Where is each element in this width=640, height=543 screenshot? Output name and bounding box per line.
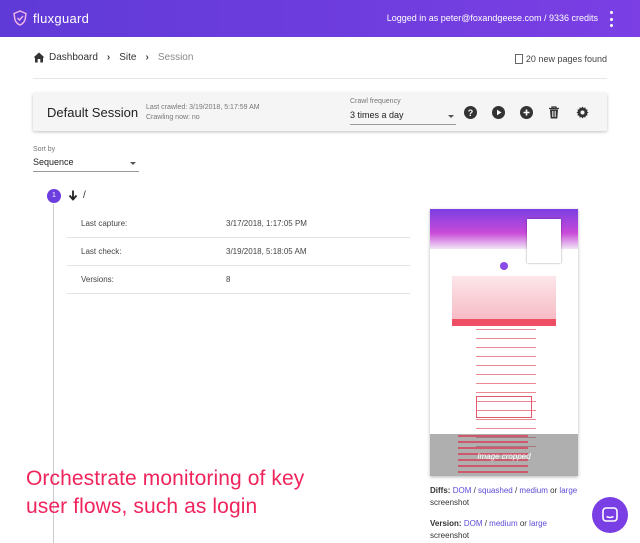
row-key: Last check: [81,247,122,256]
screenshot-text: screenshot [430,531,470,540]
last-crawled: Last crawled: 3/19/2018, 5:17:59 AM [146,104,260,111]
sort-by-value: Sequence [33,157,74,167]
page-path[interactable]: / [68,190,86,201]
version-links: Version: DOM / medium or large screensho… [430,518,580,542]
table-row: Last check: 3/19/2018, 5:18:05 AM [67,238,410,266]
or-text: or [547,486,560,495]
session-actions: ? [463,105,589,119]
divider [33,78,607,79]
help-icon[interactable]: ? [463,105,477,119]
brand-name: fluxguard [33,10,90,26]
crawl-frequency-label: Crawl frequency [350,98,401,105]
diff-large-link[interactable]: large [559,486,577,495]
thumbnail-popup [527,219,561,263]
play-icon[interactable] [491,105,505,119]
row-value: 8 [226,275,231,284]
trash-icon[interactable] [547,105,561,119]
document-icon [514,54,523,64]
diffs-label: Diffs: [430,486,451,495]
session-title: Default Session [47,105,139,120]
row-value: 3/17/2018, 1:17:05 PM [226,219,307,228]
row-value: 3/19/2018, 5:18:05 AM [226,247,307,256]
thumbnail-circle [500,262,508,270]
screenshot-text: screenshot [430,498,470,507]
page-screenshot-thumbnail[interactable]: Image cropped [430,209,578,476]
thumbnail-diff-lines [476,329,536,449]
breadcrumb-dashboard[interactable]: Dashboard [49,52,98,63]
sort-by-label: Sort by [33,146,56,153]
caption-line-1: Orchestrate monitoring of key [26,467,305,490]
table-row: Last capture: 3/17/2018, 1:17:05 PM [67,210,410,238]
sort-by-select[interactable]: Sequence [33,157,139,172]
version-large-link[interactable]: large [529,519,547,528]
diff-squashed-link[interactable]: squashed [478,486,513,495]
version-label: Version: [430,519,462,528]
row-key: Last capture: [81,219,128,228]
version-dom-link[interactable]: DOM [464,519,483,528]
arrow-down-icon [68,190,78,201]
row-key: Versions: [81,275,114,284]
crawl-frequency-select[interactable]: 3 times a day [350,110,456,125]
settings-gear-icon[interactable] [575,105,589,119]
page-path-label: / [83,190,86,201]
thumbnail-band [452,276,556,324]
chevron-right-icon: › [106,52,111,63]
version-medium-link[interactable]: medium [489,519,517,528]
page-info-table: Last capture: 3/17/2018, 1:17:05 PM Last… [67,210,410,294]
table-row: Versions: 8 [67,266,410,294]
top-bar: fluxguard Logged in as peter@foxandgeese… [0,0,640,37]
new-pages-link[interactable]: 20 new pages found [514,54,607,64]
image-cropped-label: Image cropped [477,452,531,461]
crawl-frequency-value: 3 times a day [350,110,404,120]
new-pages-label: 20 new pages found [525,54,607,64]
marketing-caption: Orchestrate monitoring of key user flows… [26,465,304,521]
svg-text:?: ? [467,107,473,117]
dropdown-caret-icon [130,162,136,165]
diff-dom-link[interactable]: DOM [453,486,472,495]
dropdown-caret-icon [448,115,454,118]
breadcrumb-site[interactable]: Site [119,52,136,63]
thumbnail-red-bar [452,319,556,326]
shield-logo-icon [13,10,27,26]
chevron-right-icon: › [145,52,149,63]
add-icon[interactable] [519,105,533,119]
breadcrumb-session: Session [157,52,194,63]
step-number-badge: 1 [47,189,61,203]
diffs-links: Diffs: DOM / squashed / medium or large … [430,485,580,509]
chat-icon [602,507,618,522]
session-meta: Last crawled: 3/19/2018, 5:17:59 AM Craw… [146,103,260,123]
caption-line-2: user flows, such as login [26,495,258,518]
user-info: Logged in as peter@foxandgeese.com / 933… [386,13,598,23]
home-icon[interactable] [33,52,45,63]
diff-medium-link[interactable]: medium [519,486,547,495]
thumbnail-highlight-box [476,396,532,418]
crawling-now: Crawling now: no [146,114,200,121]
session-card: Default Session Last crawled: 3/19/2018,… [33,93,607,131]
chat-launcher-button[interactable] [592,497,628,533]
more-menu-icon[interactable] [608,11,614,27]
breadcrumb: Dashboard › Site › Session [33,52,193,63]
or-text: or [517,519,530,528]
brand-logo[interactable]: fluxguard [12,10,89,26]
